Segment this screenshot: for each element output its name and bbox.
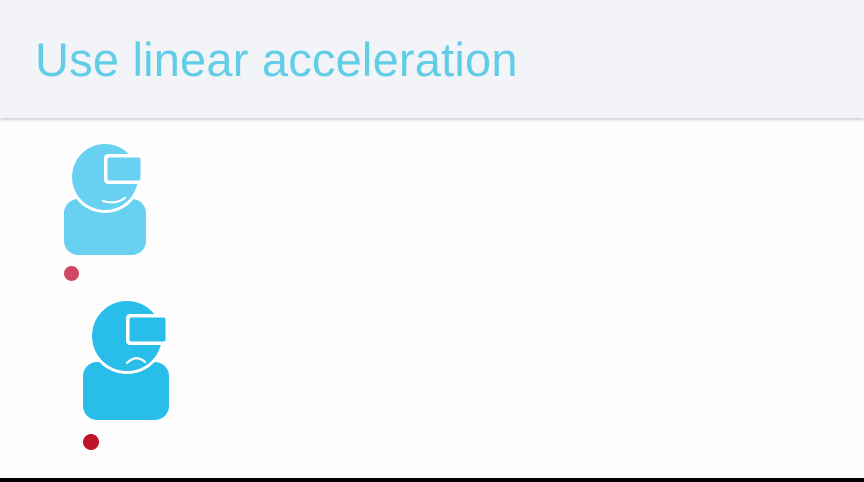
vr-headset-user-icon bbox=[64, 141, 146, 255]
slide-header: Use linear acceleration bbox=[0, 0, 864, 118]
position-marker bbox=[83, 434, 99, 450]
position-marker bbox=[64, 266, 79, 281]
slide: Use linear acceleration bbox=[0, 0, 864, 482]
vr-user-sad bbox=[81, 296, 171, 422]
vr-user-happy bbox=[62, 137, 148, 257]
vr-headset-user-icon bbox=[83, 298, 169, 420]
slide-title: Use linear acceleration bbox=[35, 33, 518, 86]
bottom-bar bbox=[0, 478, 864, 482]
